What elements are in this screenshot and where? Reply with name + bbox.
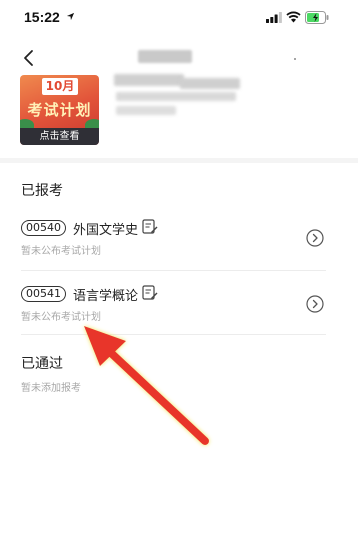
red-annotation-arrow xyxy=(84,326,209,445)
